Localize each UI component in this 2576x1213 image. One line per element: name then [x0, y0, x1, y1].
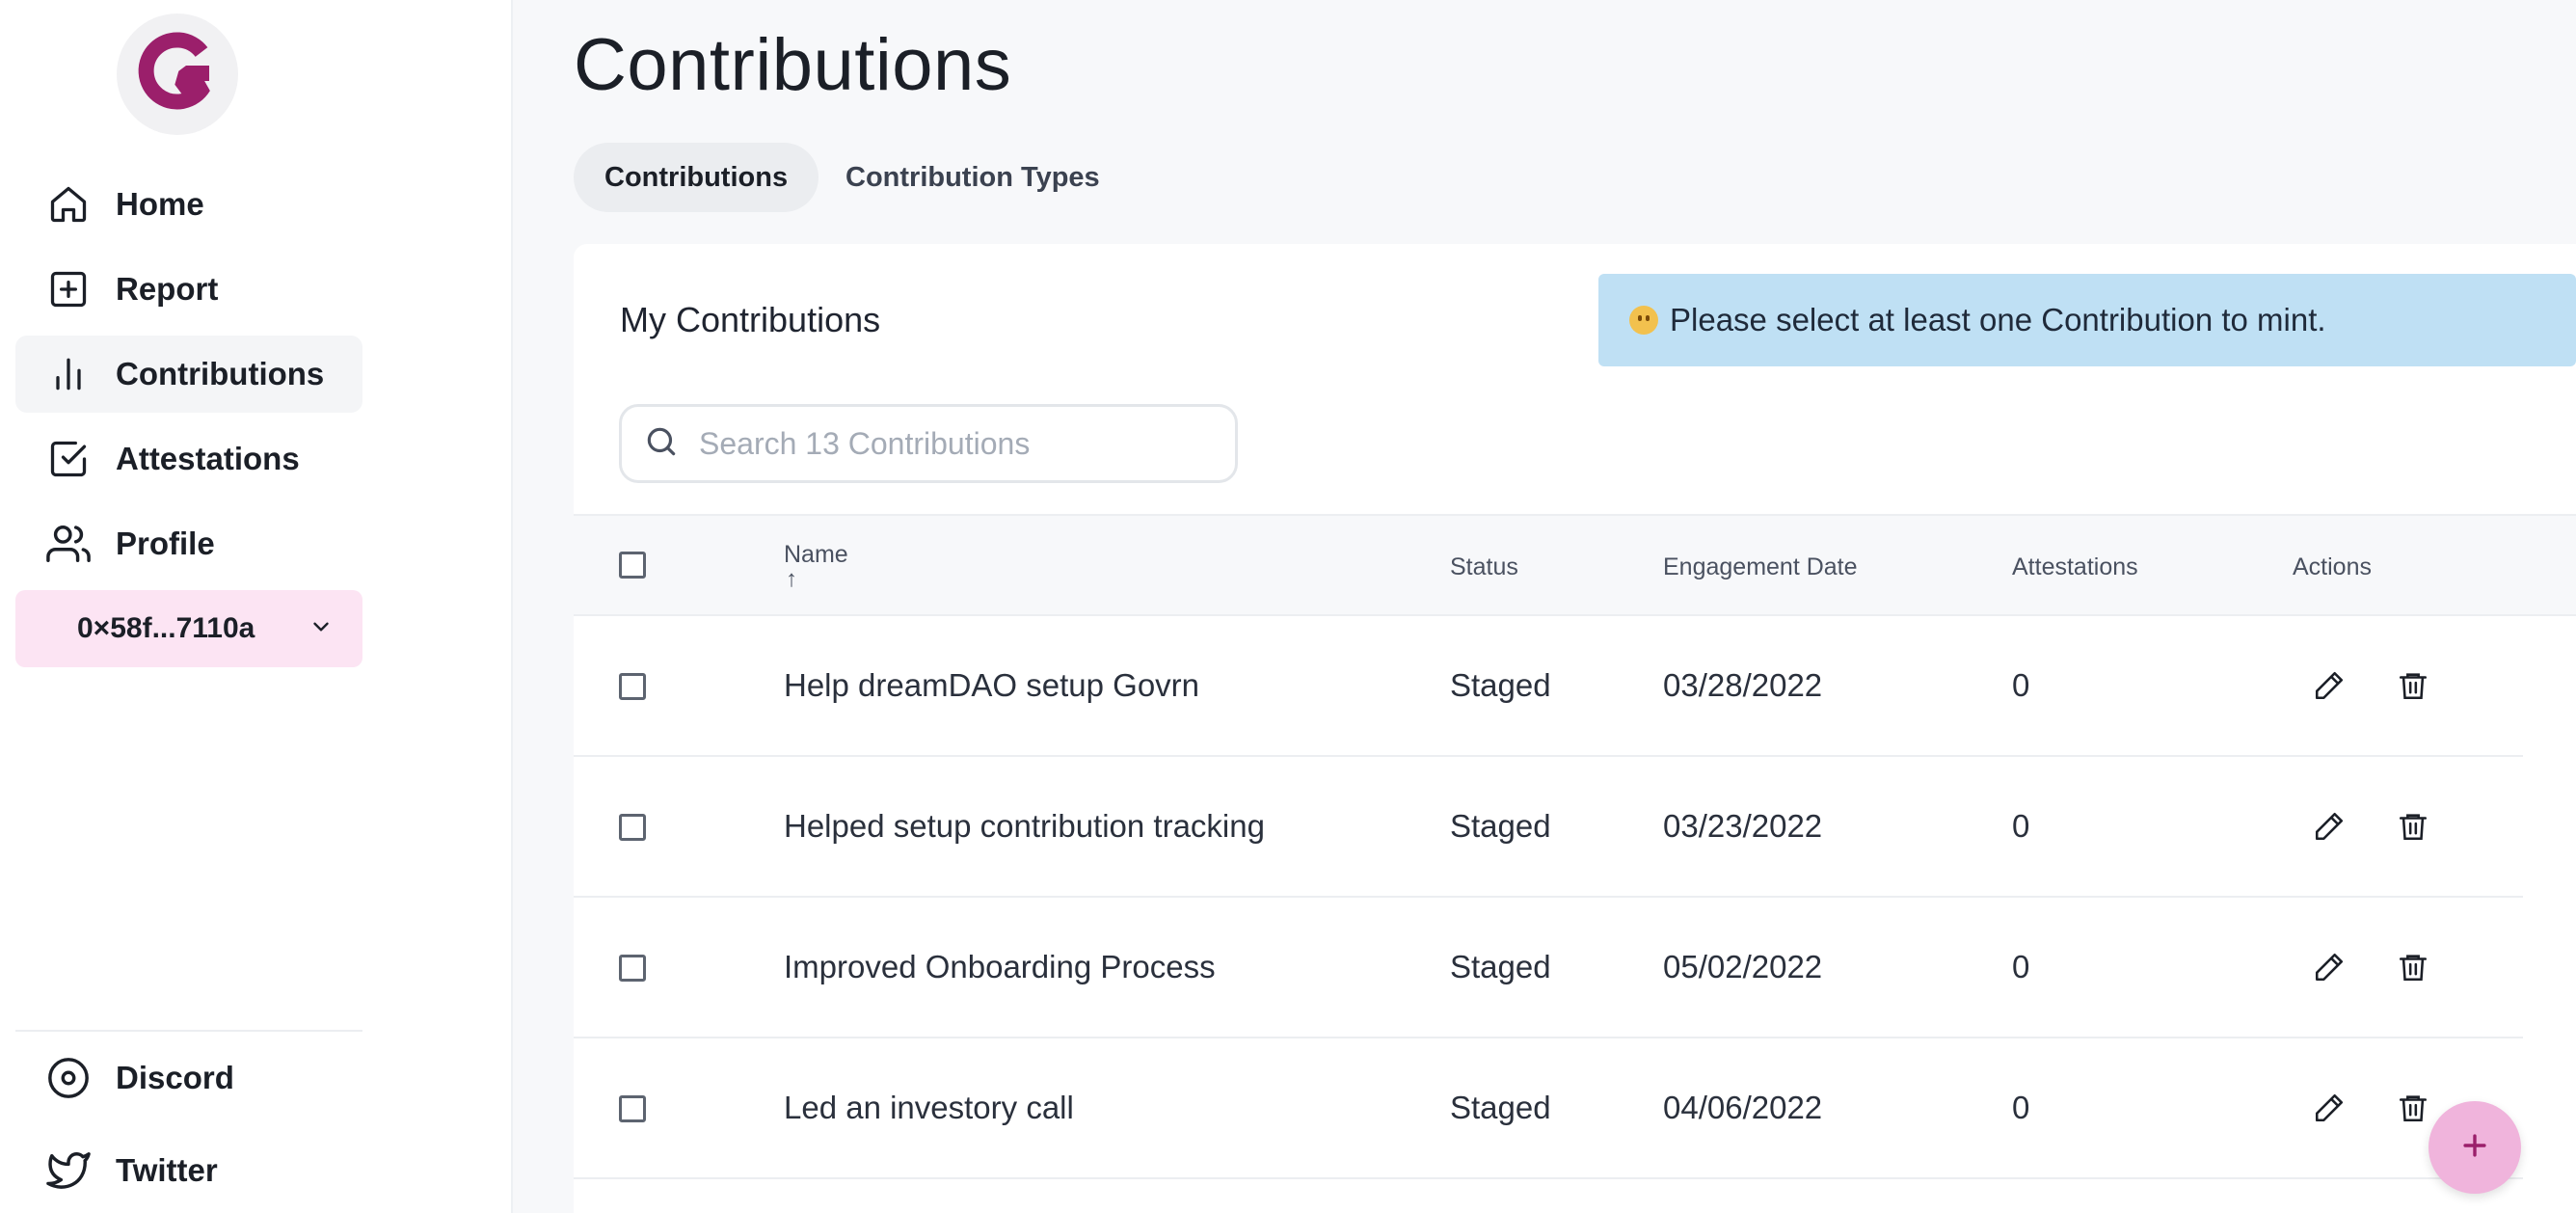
- contribution-status: Staged: [1450, 1090, 1551, 1125]
- delete-icon[interactable]: [2394, 948, 2432, 986]
- contributions-card: My Contributions Please select at least …: [574, 244, 2576, 1213]
- sidebar-item-attestations[interactable]: Attestations: [15, 420, 362, 498]
- row-checkbox[interactable]: [619, 955, 646, 982]
- column-header-status: Status: [1450, 553, 1518, 580]
- search-icon: [643, 423, 680, 465]
- logo-mark-icon: [138, 32, 210, 110]
- sidebar-item-contributions[interactable]: Contributions: [15, 336, 362, 413]
- sidebar-item-label: Discord: [116, 1060, 234, 1095]
- sort-ascending-icon[interactable]: ↑: [786, 566, 797, 593]
- sidebar-item-discord[interactable]: Discord: [15, 1039, 362, 1117]
- plus-square-icon: [44, 265, 93, 313]
- bar-chart-icon: [44, 350, 93, 398]
- tab-contribution-types[interactable]: Contribution Types: [815, 143, 1131, 212]
- emoji-icon: [1629, 306, 1658, 335]
- attestation-count: 0: [2012, 667, 2030, 703]
- sidebar-item-label: Attestations: [116, 441, 300, 476]
- govrn-logo[interactable]: [117, 13, 238, 135]
- attestation-count: 0: [2012, 808, 2030, 844]
- engagement-date: 04/06/2022: [1663, 1090, 1823, 1125]
- plus-icon: [2458, 1129, 2491, 1167]
- twitter-icon: [44, 1146, 93, 1195]
- search-box[interactable]: [619, 404, 1238, 483]
- row-checkbox[interactable]: [619, 814, 646, 841]
- discord-icon: [44, 1054, 93, 1102]
- row-checkbox[interactable]: [619, 1095, 646, 1122]
- contribution-name: Help dreamDAO setup Govrn: [784, 667, 1200, 703]
- add-contribution-button[interactable]: [2428, 1101, 2521, 1194]
- sidebar: Home Report Contributions Attestations P…: [0, 0, 513, 1213]
- alert-text: Please select at least one Contribution …: [1670, 302, 2326, 337]
- sidebar-item-label: Twitter: [116, 1152, 218, 1188]
- wallet-menu-button[interactable]: 0×58f...7110a: [15, 590, 362, 667]
- column-header-name[interactable]: Name: [784, 541, 848, 569]
- sidebar-item-home[interactable]: Home: [15, 166, 362, 243]
- users-icon: [44, 520, 93, 568]
- edit-icon[interactable]: [2310, 807, 2348, 846]
- sidebar-divider: [15, 1030, 362, 1032]
- sidebar-item-report[interactable]: Report: [15, 251, 362, 328]
- chevron-down-icon: [309, 614, 334, 644]
- check-square-icon: [44, 435, 93, 483]
- edit-icon[interactable]: [2310, 666, 2348, 705]
- delete-icon[interactable]: [2394, 666, 2432, 705]
- column-header-engagement-date: Engagement Date: [1663, 553, 1858, 580]
- row-checkbox[interactable]: [619, 673, 646, 700]
- page-title: Contributions: [574, 24, 1012, 106]
- search-input[interactable]: [699, 425, 1220, 462]
- column-header-attestations: Attestations: [2012, 553, 2138, 580]
- sidebar-item-label: Report: [116, 271, 219, 307]
- attestation-count: 0: [2012, 949, 2030, 984]
- column-header-actions: Actions: [2293, 553, 2372, 580]
- sidebar-item-profile[interactable]: Profile: [15, 505, 362, 582]
- table-row[interactable]: Led an investory call Staged 04/06/2022 …: [574, 1038, 2523, 1179]
- contribution-status: Staged: [1450, 667, 1551, 703]
- card-title: My Contributions: [620, 300, 881, 339]
- table-row[interactable]: Improved Onboarding Process Staged 05/02…: [574, 898, 2523, 1038]
- sidebar-item-label: Contributions: [116, 356, 325, 391]
- engagement-date: 03/23/2022: [1663, 808, 1823, 844]
- table-header: Name ↑ Status Engagement Date Attestatio…: [574, 514, 2576, 616]
- table-row[interactable]: Helped setup contribution tracking Stage…: [574, 757, 2523, 898]
- contribution-status: Staged: [1450, 949, 1551, 984]
- delete-icon[interactable]: [2394, 1089, 2432, 1127]
- contribution-status: Staged: [1450, 808, 1551, 844]
- edit-icon[interactable]: [2310, 948, 2348, 986]
- engagement-date: 05/02/2022: [1663, 949, 1823, 984]
- mint-alert: Please select at least one Contribution …: [1598, 274, 2576, 366]
- attestation-count: 0: [2012, 1090, 2030, 1125]
- contribution-name: Led an investory call: [784, 1090, 1074, 1125]
- wallet-address: 0×58f...7110a: [77, 612, 255, 644]
- home-icon: [44, 180, 93, 229]
- contribution-name: Improved Onboarding Process: [784, 949, 1216, 984]
- select-all-checkbox[interactable]: [619, 552, 646, 579]
- sidebar-item-label: Home: [116, 186, 204, 222]
- delete-icon[interactable]: [2394, 807, 2432, 846]
- engagement-date: 03/28/2022: [1663, 667, 1823, 703]
- tab-contributions[interactable]: Contributions: [574, 143, 819, 212]
- sidebar-item-label: Profile: [116, 526, 215, 561]
- sidebar-item-twitter[interactable]: Twitter: [15, 1132, 362, 1209]
- contribution-name: Helped setup contribution tracking: [784, 808, 1265, 844]
- table-row[interactable]: Help dreamDAO setup Govrn Staged 03/28/2…: [574, 616, 2523, 757]
- edit-icon[interactable]: [2310, 1089, 2348, 1127]
